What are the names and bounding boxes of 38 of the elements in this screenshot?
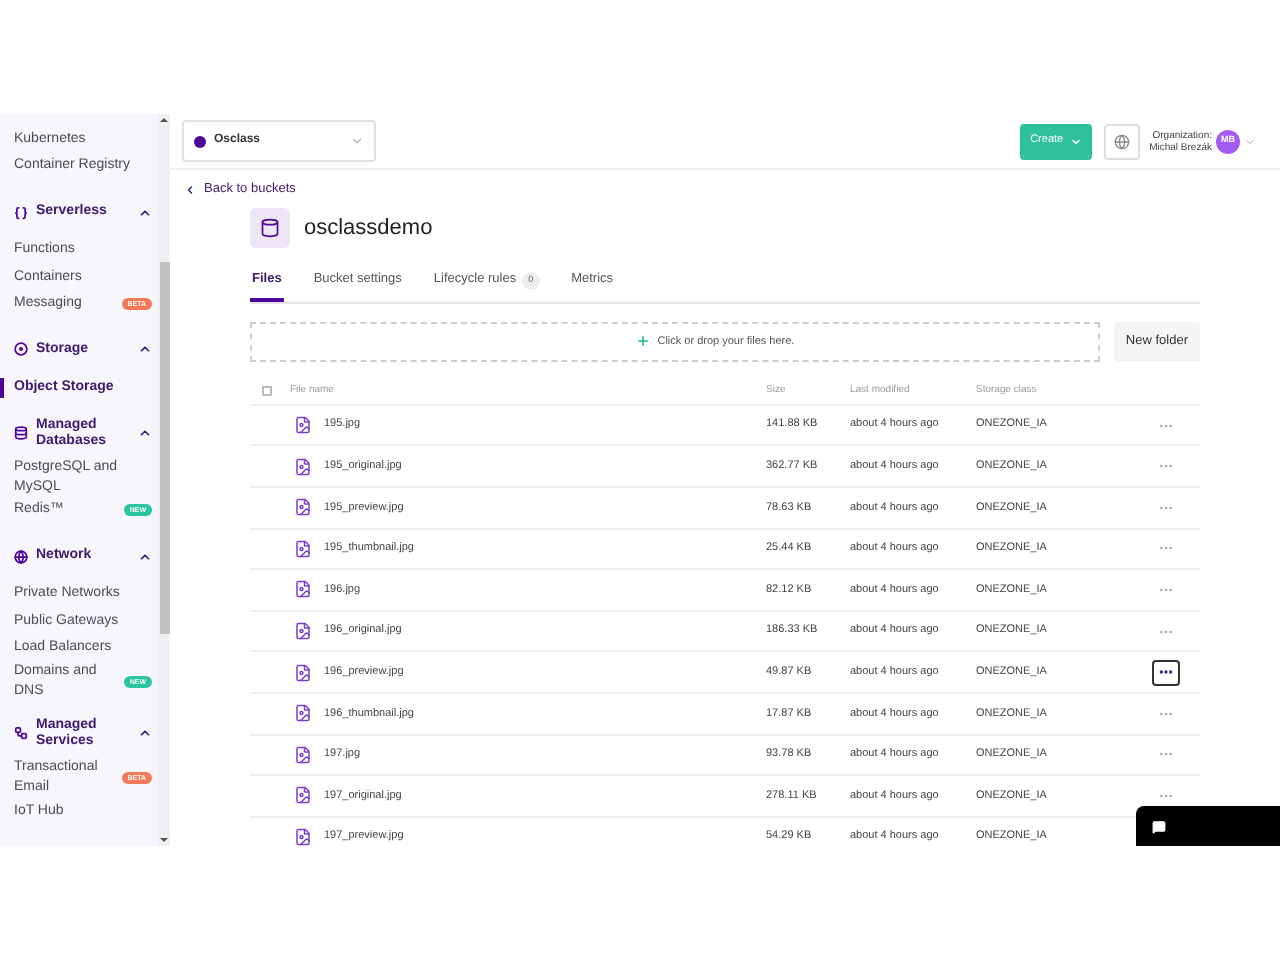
scrollbar-thumb[interactable] bbox=[159, 262, 169, 634]
image-file-icon bbox=[294, 498, 312, 517]
image-file-icon bbox=[294, 704, 312, 723]
globe-icon bbox=[14, 549, 28, 564]
globe-icon bbox=[1113, 133, 1130, 149]
bucket-title: osclassdemo bbox=[304, 213, 433, 243]
chat-icon bbox=[1152, 819, 1166, 833]
chevron-down-icon bbox=[350, 134, 364, 148]
image-file-icon bbox=[294, 416, 312, 435]
chevron-up-icon[interactable] bbox=[138, 726, 152, 741]
image-file-icon bbox=[294, 622, 312, 641]
plus-icon bbox=[635, 334, 650, 349]
chevron-down-icon bbox=[1069, 135, 1082, 147]
scroll-down-icon[interactable] bbox=[158, 834, 170, 846]
chevron-up-icon[interactable] bbox=[138, 342, 152, 357]
chevron-up-icon[interactable] bbox=[138, 205, 152, 220]
cylinder-icon bbox=[260, 217, 280, 238]
image-file-icon bbox=[294, 580, 312, 599]
select-all-checkbox[interactable] bbox=[262, 385, 272, 396]
braces-icon bbox=[14, 205, 28, 220]
nodes-icon bbox=[14, 726, 28, 741]
image-file-icon bbox=[294, 745, 312, 764]
chevron-left-icon bbox=[184, 183, 196, 196]
chevron-up-icon[interactable] bbox=[138, 549, 152, 564]
chat-button[interactable] bbox=[1136, 806, 1280, 846]
database-icon bbox=[14, 426, 28, 441]
image-file-icon bbox=[294, 457, 312, 476]
globe-button[interactable] bbox=[1103, 123, 1140, 159]
image-file-icon bbox=[294, 663, 312, 682]
chevron-up-icon[interactable] bbox=[138, 426, 152, 441]
more-button[interactable] bbox=[1152, 659, 1180, 686]
disc-icon bbox=[14, 342, 28, 357]
chevron-down-icon[interactable] bbox=[1244, 135, 1256, 147]
scrollbar[interactable] bbox=[158, 114, 170, 846]
scroll-up-icon[interactable] bbox=[158, 114, 170, 126]
image-file-icon bbox=[294, 827, 312, 846]
image-file-icon bbox=[294, 786, 312, 805]
image-file-icon bbox=[294, 539, 312, 558]
